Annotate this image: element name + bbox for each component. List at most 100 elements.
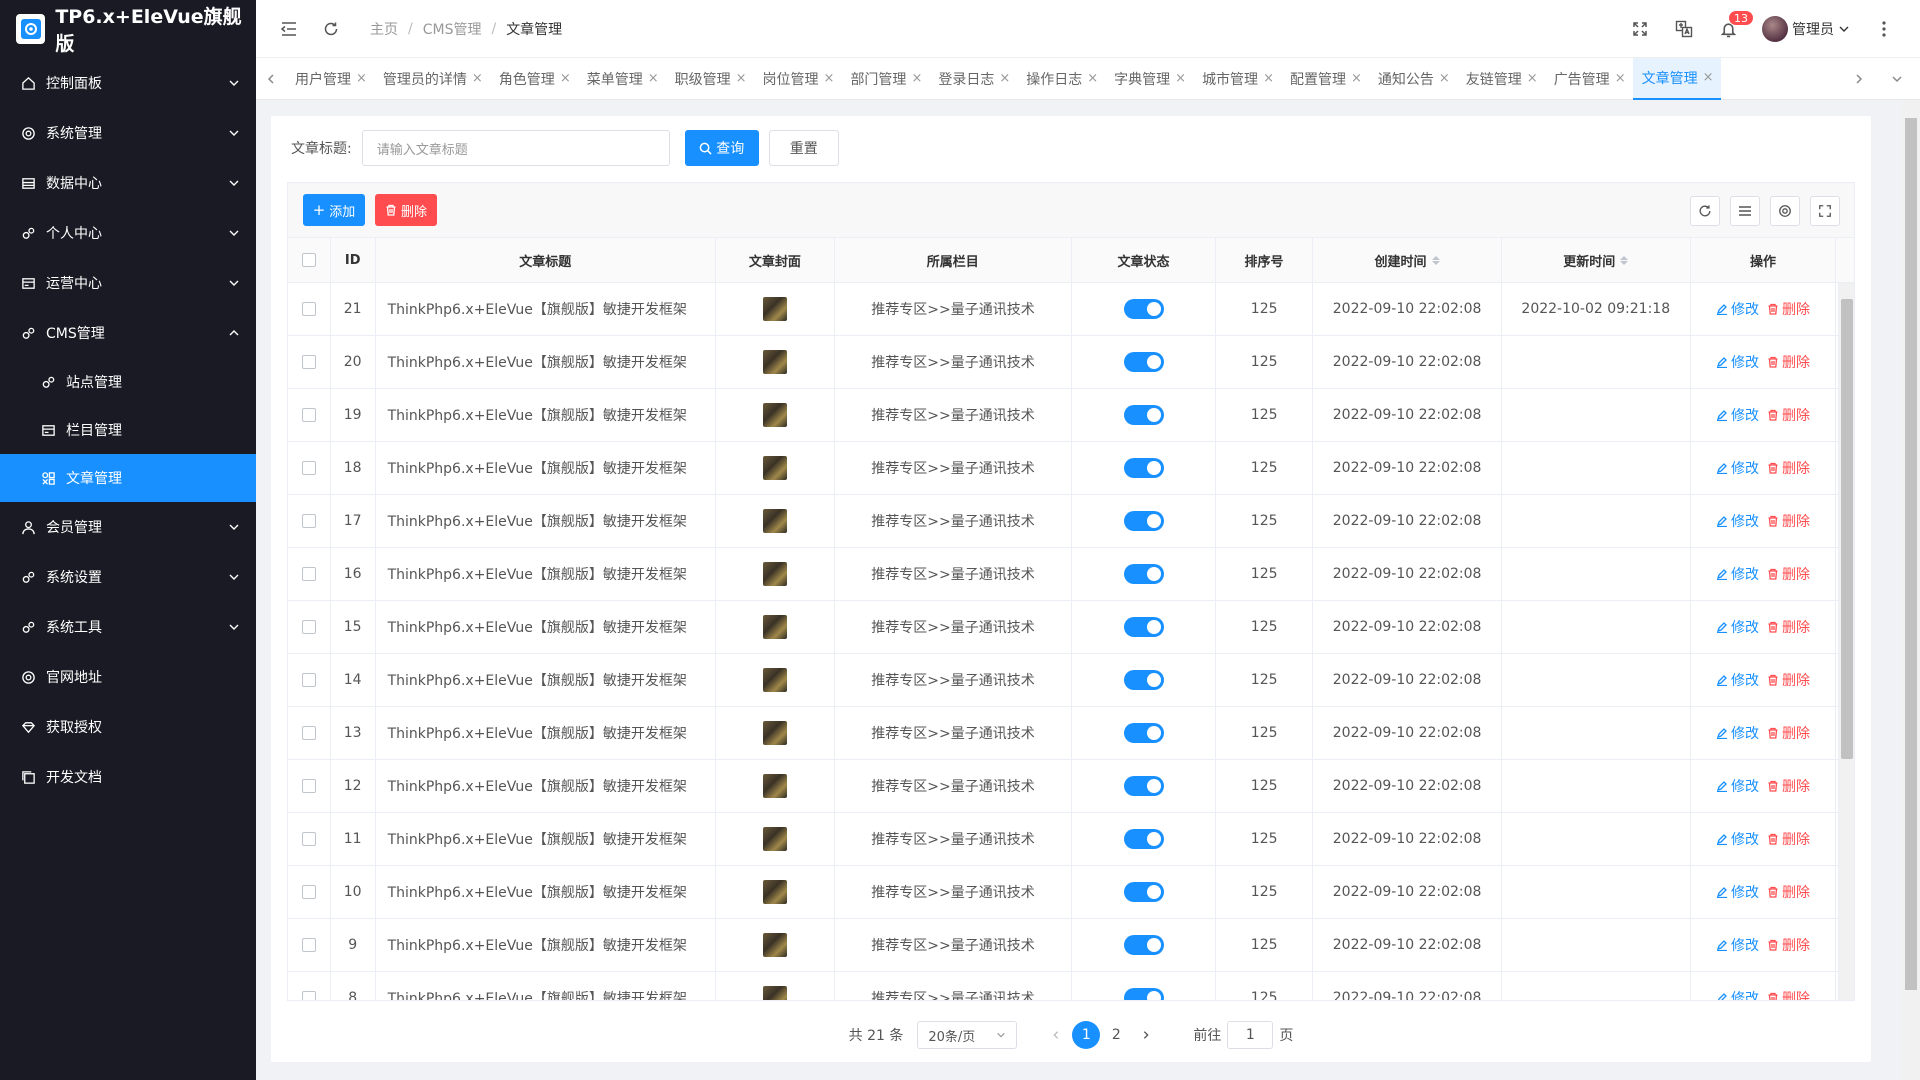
breadcrumb-cms[interactable]: CMS管理 bbox=[423, 19, 482, 39]
table-scrollbar-thumb[interactable] bbox=[1841, 299, 1853, 759]
table-row[interactable]: 18 ThinkPhp6.x+EleVue【旗舰版】敏捷开发框架 推荐专区>>量子通… bbox=[288, 442, 1854, 495]
status-switch[interactable] bbox=[1123, 829, 1164, 849]
tab-item[interactable]: 城市管理 × bbox=[1193, 58, 1281, 100]
tab-item[interactable]: 管理员的详情 × bbox=[374, 58, 490, 100]
delete-button[interactable]: 删除 bbox=[1767, 458, 1810, 478]
close-icon[interactable]: × bbox=[1087, 71, 1098, 86]
delete-button[interactable]: 删除 bbox=[1767, 352, 1810, 372]
title-search-input[interactable]: 请输入文章标题 bbox=[361, 130, 670, 166]
cover-thumbnail[interactable] bbox=[763, 297, 788, 321]
close-icon[interactable]: × bbox=[472, 71, 483, 86]
tab-item[interactable]: 菜单管理 × bbox=[578, 58, 666, 100]
table-row[interactable]: 10 ThinkPhp6.x+EleVue【旗舰版】敏捷开发框架 推荐专区>>量子通… bbox=[288, 866, 1854, 919]
table-row[interactable]: 16 ThinkPhp6.x+EleVue【旗舰版】敏捷开发框架 推荐专区>>量子通… bbox=[288, 548, 1854, 601]
sidebar-item-website[interactable]: 官网地址 bbox=[0, 652, 256, 702]
page-scrollbar[interactable] bbox=[1902, 100, 1920, 1080]
delete-button[interactable]: 删除 bbox=[1767, 564, 1810, 584]
table-row[interactable]: 12 ThinkPhp6.x+EleVue【旗舰版】敏捷开发框架 推荐专区>>量子通… bbox=[288, 760, 1854, 813]
cover-thumbnail[interactable] bbox=[763, 350, 788, 374]
row-checkbox[interactable] bbox=[301, 779, 316, 793]
page-size-select[interactable]: 20条/页 bbox=[917, 1021, 1018, 1049]
tab-item[interactable]: 角色管理 × bbox=[490, 58, 578, 100]
status-switch[interactable] bbox=[1123, 352, 1164, 372]
breadcrumb-home[interactable]: 主页 bbox=[370, 19, 398, 39]
cover-thumbnail[interactable] bbox=[763, 774, 788, 798]
delete-button[interactable]: 删除 bbox=[1767, 829, 1810, 849]
sidebar-item-license[interactable]: 获取授权 bbox=[0, 702, 256, 752]
status-switch[interactable] bbox=[1123, 935, 1164, 955]
collapse-menu-icon[interactable] bbox=[280, 20, 298, 38]
edit-button[interactable]: 修改 bbox=[1716, 405, 1759, 425]
status-switch[interactable] bbox=[1123, 670, 1164, 690]
delete-button[interactable]: 删除 bbox=[1767, 511, 1810, 531]
close-icon[interactable]: × bbox=[1527, 71, 1538, 86]
close-icon[interactable]: × bbox=[356, 71, 367, 86]
tab-item[interactable]: 配置管理 × bbox=[1281, 58, 1369, 100]
table-scrollbar[interactable] bbox=[1838, 283, 1854, 1000]
select-all-checkbox[interactable] bbox=[301, 253, 316, 267]
row-checkbox[interactable] bbox=[301, 726, 316, 740]
cover-thumbnail[interactable] bbox=[763, 668, 788, 692]
row-checkbox[interactable] bbox=[301, 514, 316, 528]
sidebar-item-dashboard[interactable]: 控制面板 bbox=[0, 58, 256, 108]
more-vertical-icon[interactable] bbox=[1874, 19, 1894, 39]
row-checkbox[interactable] bbox=[301, 620, 316, 634]
batch-delete-button[interactable]: 删除 bbox=[375, 194, 437, 226]
tab-item[interactable]: 登录日志 × bbox=[929, 58, 1017, 100]
table-refresh-icon[interactable] bbox=[1690, 196, 1720, 226]
status-switch[interactable] bbox=[1123, 405, 1164, 425]
tab-item[interactable]: 友链管理 × bbox=[1457, 58, 1545, 100]
close-icon[interactable]: × bbox=[911, 71, 922, 86]
tab-item[interactable]: 通知公告 × bbox=[1369, 58, 1457, 100]
user-menu[interactable]: 管理员 bbox=[1762, 16, 1850, 42]
header-updated[interactable]: 更新时间 bbox=[1502, 238, 1691, 282]
sort-icon[interactable] bbox=[1431, 255, 1440, 265]
tab-item[interactable]: 操作日志 × bbox=[1017, 58, 1105, 100]
status-switch[interactable] bbox=[1123, 988, 1164, 1000]
delete-button[interactable]: 删除 bbox=[1767, 299, 1810, 319]
tab-item[interactable]: 职级管理 × bbox=[666, 58, 754, 100]
close-icon[interactable]: × bbox=[999, 71, 1010, 86]
close-icon[interactable]: × bbox=[736, 71, 747, 86]
table-density-icon[interactable] bbox=[1730, 196, 1760, 226]
query-button[interactable]: 查询 bbox=[684, 130, 759, 166]
delete-button[interactable]: 删除 bbox=[1767, 670, 1810, 690]
sidebar-item-site[interactable]: 站点管理 bbox=[0, 358, 256, 406]
language-icon[interactable] bbox=[1674, 19, 1694, 39]
table-row[interactable]: 11 ThinkPhp6.x+EleVue【旗舰版】敏捷开发框架 推荐专区>>量子通… bbox=[288, 813, 1854, 866]
tabs-scroll-left-icon[interactable] bbox=[256, 58, 286, 100]
status-switch[interactable] bbox=[1123, 564, 1164, 584]
row-checkbox[interactable] bbox=[301, 832, 316, 846]
goto-page-input[interactable]: 1 bbox=[1227, 1021, 1274, 1049]
edit-button[interactable]: 修改 bbox=[1716, 988, 1759, 1000]
delete-button[interactable]: 删除 bbox=[1767, 988, 1810, 1000]
tab-item[interactable]: 字典管理 × bbox=[1105, 58, 1193, 100]
tab-item[interactable]: 用户管理 × bbox=[286, 58, 374, 100]
next-page-icon[interactable] bbox=[1132, 1021, 1160, 1049]
sidebar-item-data[interactable]: 数据中心 bbox=[0, 158, 256, 208]
page-1[interactable]: 1 bbox=[1072, 1021, 1101, 1049]
add-button[interactable]: + 添加 bbox=[303, 194, 365, 226]
sidebar-item-member[interactable]: 会员管理 bbox=[0, 502, 256, 552]
edit-button[interactable]: 修改 bbox=[1716, 458, 1759, 478]
tabs-scroll-right-icon[interactable] bbox=[1844, 58, 1874, 100]
sidebar-item-operations[interactable]: 运营中心 bbox=[0, 258, 256, 308]
table-row[interactable]: 14 ThinkPhp6.x+EleVue【旗舰版】敏捷开发框架 推荐专区>>量子通… bbox=[288, 654, 1854, 707]
edit-button[interactable]: 修改 bbox=[1716, 723, 1759, 743]
table-fullscreen-icon[interactable] bbox=[1810, 196, 1840, 226]
delete-button[interactable]: 删除 bbox=[1767, 935, 1810, 955]
delete-button[interactable]: 删除 bbox=[1767, 405, 1810, 425]
edit-button[interactable]: 修改 bbox=[1716, 882, 1759, 902]
sort-icon[interactable] bbox=[1620, 255, 1629, 265]
cover-thumbnail[interactable] bbox=[763, 986, 788, 1000]
tab-item[interactable]: 部门管理 × bbox=[841, 58, 929, 100]
delete-button[interactable]: 删除 bbox=[1767, 882, 1810, 902]
refresh-icon[interactable] bbox=[322, 20, 340, 38]
edit-button[interactable]: 修改 bbox=[1716, 352, 1759, 372]
close-icon[interactable]: × bbox=[824, 71, 835, 86]
row-checkbox[interactable] bbox=[301, 408, 316, 422]
row-checkbox[interactable] bbox=[301, 673, 316, 687]
fullscreen-icon[interactable] bbox=[1630, 19, 1650, 39]
edit-button[interactable]: 修改 bbox=[1716, 935, 1759, 955]
row-checkbox[interactable] bbox=[301, 567, 316, 581]
